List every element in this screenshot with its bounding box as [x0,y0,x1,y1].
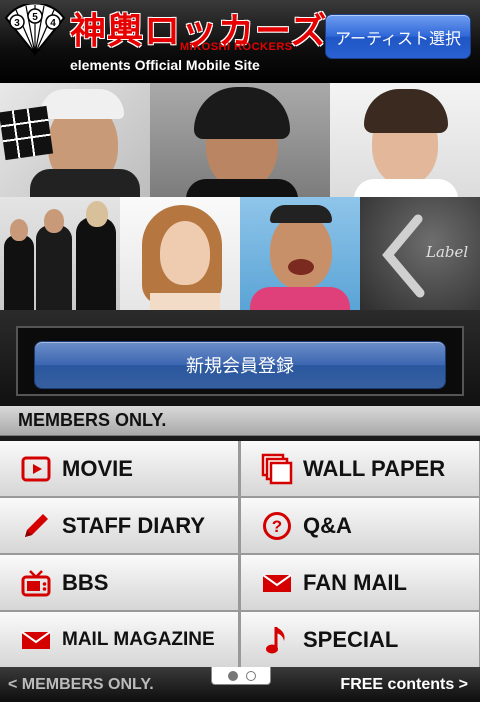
menu-item-label: FAN MAIL [303,569,407,595]
label-mark-icon: Label [382,214,468,298]
menu-item-special[interactable]: SPECIAL [241,612,479,667]
envelope-icon [20,624,52,656]
menu-item-label: Q&A [303,512,352,538]
site-tagline: elements Official Mobile Site [70,57,260,73]
artist-photo-5[interactable] [120,197,240,310]
artist-photo-6[interactable] [240,197,360,310]
fan-number-center: 5 [32,12,38,23]
logo-subtitle: MIKOSHI ROCKERS [180,41,293,53]
menu-item-qa[interactable]: ? Q&A [241,498,479,553]
menu-item-movie[interactable]: MOVIE [0,441,238,496]
question-icon: ? [261,510,293,542]
free-contents-next-link[interactable]: FREE contents > [340,676,468,694]
menu-item-wallpaper[interactable]: WALL PAPER [241,441,479,496]
fan-number-right: 4 [50,18,56,29]
artist-select-button[interactable]: アーティスト選択 [325,14,471,59]
menu-item-label: SPECIAL [303,626,399,652]
header: 3 5 4 神輿ロッカーズ MIKOSHI ROCKERS elements O… [0,0,480,83]
members-section-header: MEMBERS ONLY. [0,406,480,436]
fan-logo-icon: 3 5 4 [4,4,66,56]
members-only-label: MEMBERS ONLY. [18,410,167,430]
play-icon [20,453,52,485]
artist-photo-2[interactable] [150,83,330,197]
menu-item-fan-mail[interactable]: FAN MAIL [241,555,479,610]
artist-photo-4[interactable] [0,197,120,310]
page-indicator [211,667,271,685]
menu-item-label: BBS [62,569,109,595]
site-logo[interactable]: 3 5 4 神輿ロッカーズ MIKOSHI ROCKERS elements O… [4,4,326,76]
artist-photo-1[interactable] [0,83,150,197]
menu-item-bbs[interactable]: BBS [0,555,238,610]
menu-item-label: STAFF DIARY [62,512,205,538]
label-logo-tile[interactable]: Label [360,197,480,310]
menu-item-label: MOVIE [62,455,133,481]
menu-item-label: MAIL MAGAZINE [62,628,215,650]
label-text: Label [425,243,468,261]
menu-item-staff-diary[interactable]: STAFF DIARY [0,498,238,553]
artist-photo-grid: Label [0,83,480,310]
footer-nav: < MEMBERS ONLY. FREE contents > [0,667,480,702]
page-dot-inactive [246,671,256,681]
wallpaper-icon [261,453,293,485]
svg-text:?: ? [272,517,282,536]
menu-item-label: WALL PAPER [303,455,446,481]
envelope-icon [261,567,293,599]
register-button[interactable]: 新規会員登録 [34,341,446,389]
pencil-icon [20,510,52,542]
members-only-prev-link[interactable]: < MEMBERS ONLY. [8,676,154,694]
page-dot-active [228,671,238,681]
artist-photo-3[interactable] [330,83,480,197]
fan-number-left: 3 [14,18,20,29]
members-menu: MOVIE WALL PAPER STAFF DIARY ? Q&A BBS F… [0,441,480,667]
menu-item-mail-magazine[interactable]: MAIL MAGAZINE [0,612,238,667]
tv-icon [20,567,52,599]
music-note-icon [261,624,293,656]
